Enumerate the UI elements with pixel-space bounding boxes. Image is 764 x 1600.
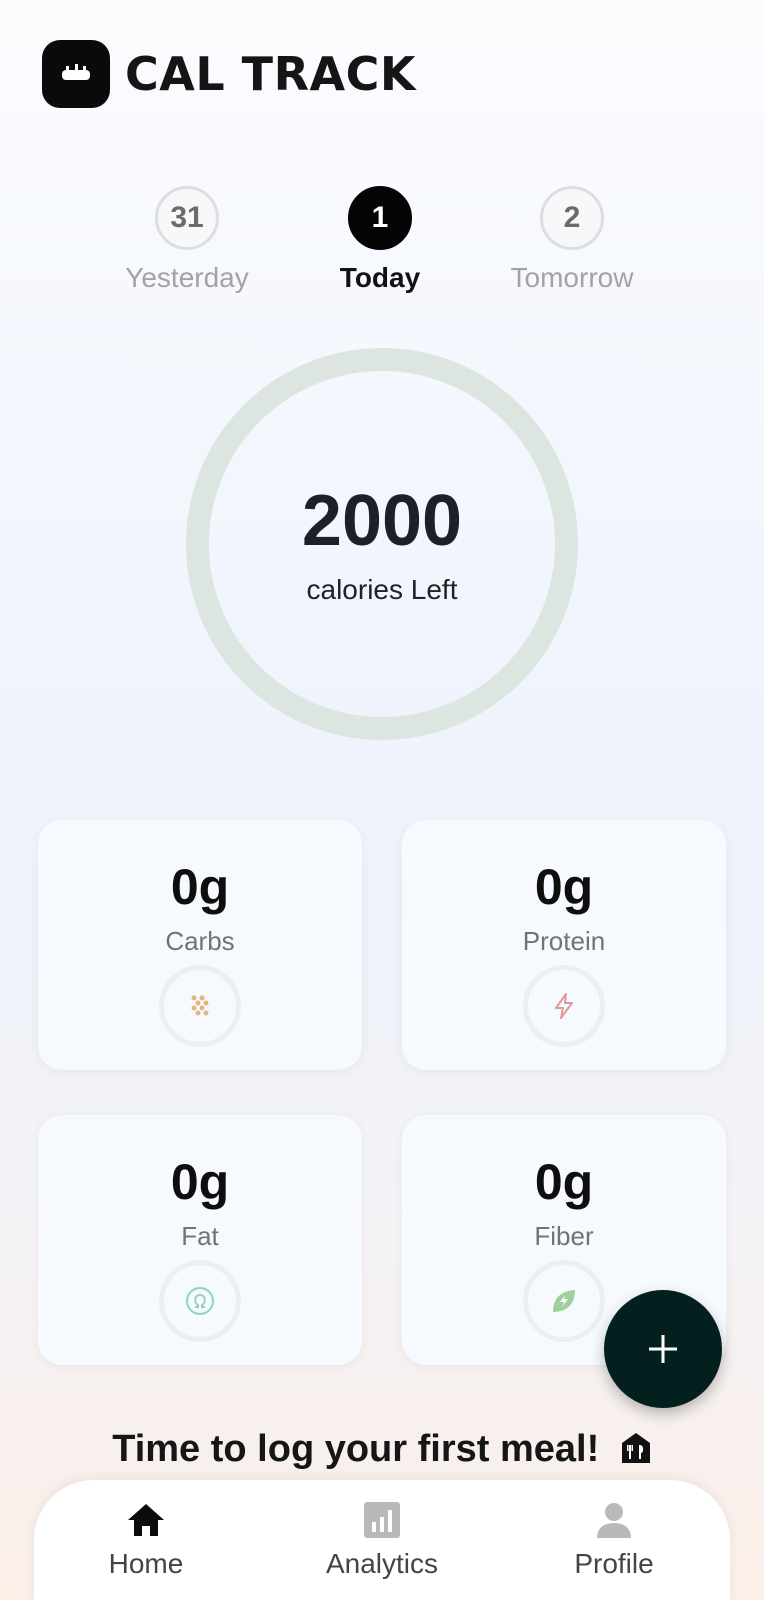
- day-number: 1: [348, 186, 412, 250]
- day-today[interactable]: 1 Today: [280, 186, 480, 294]
- scale-icon: [42, 40, 110, 108]
- meal-icon: [620, 1431, 652, 1475]
- macro-card-fat[interactable]: 0g Fat: [38, 1115, 362, 1365]
- analytics-icon: [292, 1498, 472, 1542]
- app-title: CAL TRACK: [125, 47, 416, 101]
- calories-left-caption: calories Left: [306, 574, 458, 605]
- macro-value: 0g: [534, 859, 594, 915]
- day-label: Yesterday: [125, 262, 249, 293]
- plus-icon: [649, 1335, 677, 1363]
- day-tomorrow[interactable]: 2 Tomorrow: [472, 186, 672, 294]
- calories-left-value: 2000: [301, 481, 463, 561]
- empty-state-prompt: Time to log your first meal!: [0, 1428, 764, 1475]
- profile-icon: [524, 1498, 704, 1542]
- nav-label: Profile: [574, 1548, 654, 1579]
- day-yesterday[interactable]: 31 Yesterday: [87, 186, 287, 294]
- macro-value: 0g: [170, 1154, 230, 1210]
- day-number: 2: [540, 186, 604, 250]
- add-meal-button[interactable]: [604, 1290, 722, 1408]
- nav-profile[interactable]: Profile: [524, 1498, 704, 1580]
- prompt-text: Time to log your first meal!: [112, 1428, 600, 1470]
- app-header: CAL TRACK: [42, 40, 416, 108]
- bottom-nav: Home Analytics Profile: [34, 1480, 730, 1600]
- leaf-icon: [523, 1260, 605, 1342]
- macro-value: 0g: [534, 1154, 594, 1210]
- home-icon: [56, 1498, 236, 1542]
- nav-home[interactable]: Home: [56, 1498, 236, 1580]
- macro-label: Carbs: [165, 926, 235, 956]
- day-label: Today: [339, 262, 421, 293]
- nav-label: Home: [108, 1548, 184, 1579]
- macro-card-carbs[interactable]: 0g Carbs: [38, 820, 362, 1070]
- nav-analytics[interactable]: Analytics: [292, 1498, 472, 1580]
- macro-label: Fat: [181, 1221, 219, 1251]
- grain-icon: [159, 965, 241, 1047]
- omega-icon: [159, 1260, 241, 1342]
- macro-card-protein[interactable]: 0g Protein: [402, 820, 726, 1070]
- macro-label: Fiber: [534, 1221, 594, 1251]
- nav-label: Analytics: [325, 1548, 439, 1579]
- macro-value: 0g: [170, 859, 230, 915]
- day-label: Tomorrow: [510, 262, 634, 293]
- lightning-icon: [523, 965, 605, 1047]
- calorie-ring: 2000 calories Left: [186, 348, 578, 740]
- day-number: 31: [155, 186, 219, 250]
- macro-label: Protein: [522, 926, 606, 956]
